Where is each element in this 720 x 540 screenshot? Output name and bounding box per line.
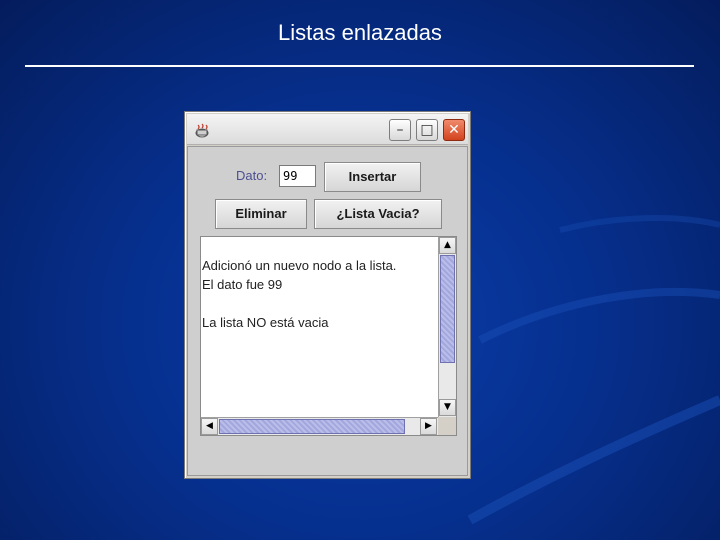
maximize-button[interactable]: □: [416, 119, 438, 141]
content-panel: Dato: 99 Insertar Eliminar ¿Lista Vacia?…: [187, 146, 468, 476]
horizontal-scrollbar[interactable]: ◀ ▶: [201, 417, 438, 435]
close-button[interactable]: ✕: [443, 119, 465, 141]
vertical-scrollbar[interactable]: ▲ ▼: [438, 237, 456, 417]
java-cup-icon: [195, 123, 209, 138]
minimize-button[interactable]: –: [389, 119, 411, 141]
dato-label: Dato:: [236, 168, 268, 183]
scroll-up-icon[interactable]: ▲: [439, 237, 456, 254]
scroll-down-icon[interactable]: ▼: [439, 399, 456, 416]
output-line: Adicionó un nuevo nodo a la lista.: [202, 258, 397, 273]
output-line: La lista NO está vacia: [202, 315, 329, 330]
horizontal-scroll-thumb[interactable]: [219, 419, 405, 434]
slide-title: Listas enlazadas: [278, 20, 442, 45]
app-window: – □ ✕ Dato: 99 Insertar Eliminar ¿Lista …: [184, 111, 471, 479]
lista-vacia-button[interactable]: ¿Lista Vacia?: [314, 199, 442, 229]
scroll-right-icon[interactable]: ▶: [420, 418, 437, 435]
vertical-scroll-thumb[interactable]: [440, 255, 455, 363]
output-scroll-pane: Adicionó un nuevo nodo a la lista. El da…: [200, 236, 457, 436]
dato-input[interactable]: 99: [279, 165, 316, 187]
output-text-area[interactable]: Adicionó un nuevo nodo a la lista. El da…: [202, 238, 438, 417]
window-titlebar[interactable]: – □ ✕: [187, 114, 468, 145]
output-line: El dato fue 99: [202, 277, 283, 292]
title-divider: [25, 65, 694, 67]
scroll-left-icon[interactable]: ◀: [201, 418, 218, 435]
insertar-button[interactable]: Insertar: [324, 162, 421, 192]
eliminar-button[interactable]: Eliminar: [215, 199, 307, 229]
scroll-corner: [438, 417, 456, 435]
